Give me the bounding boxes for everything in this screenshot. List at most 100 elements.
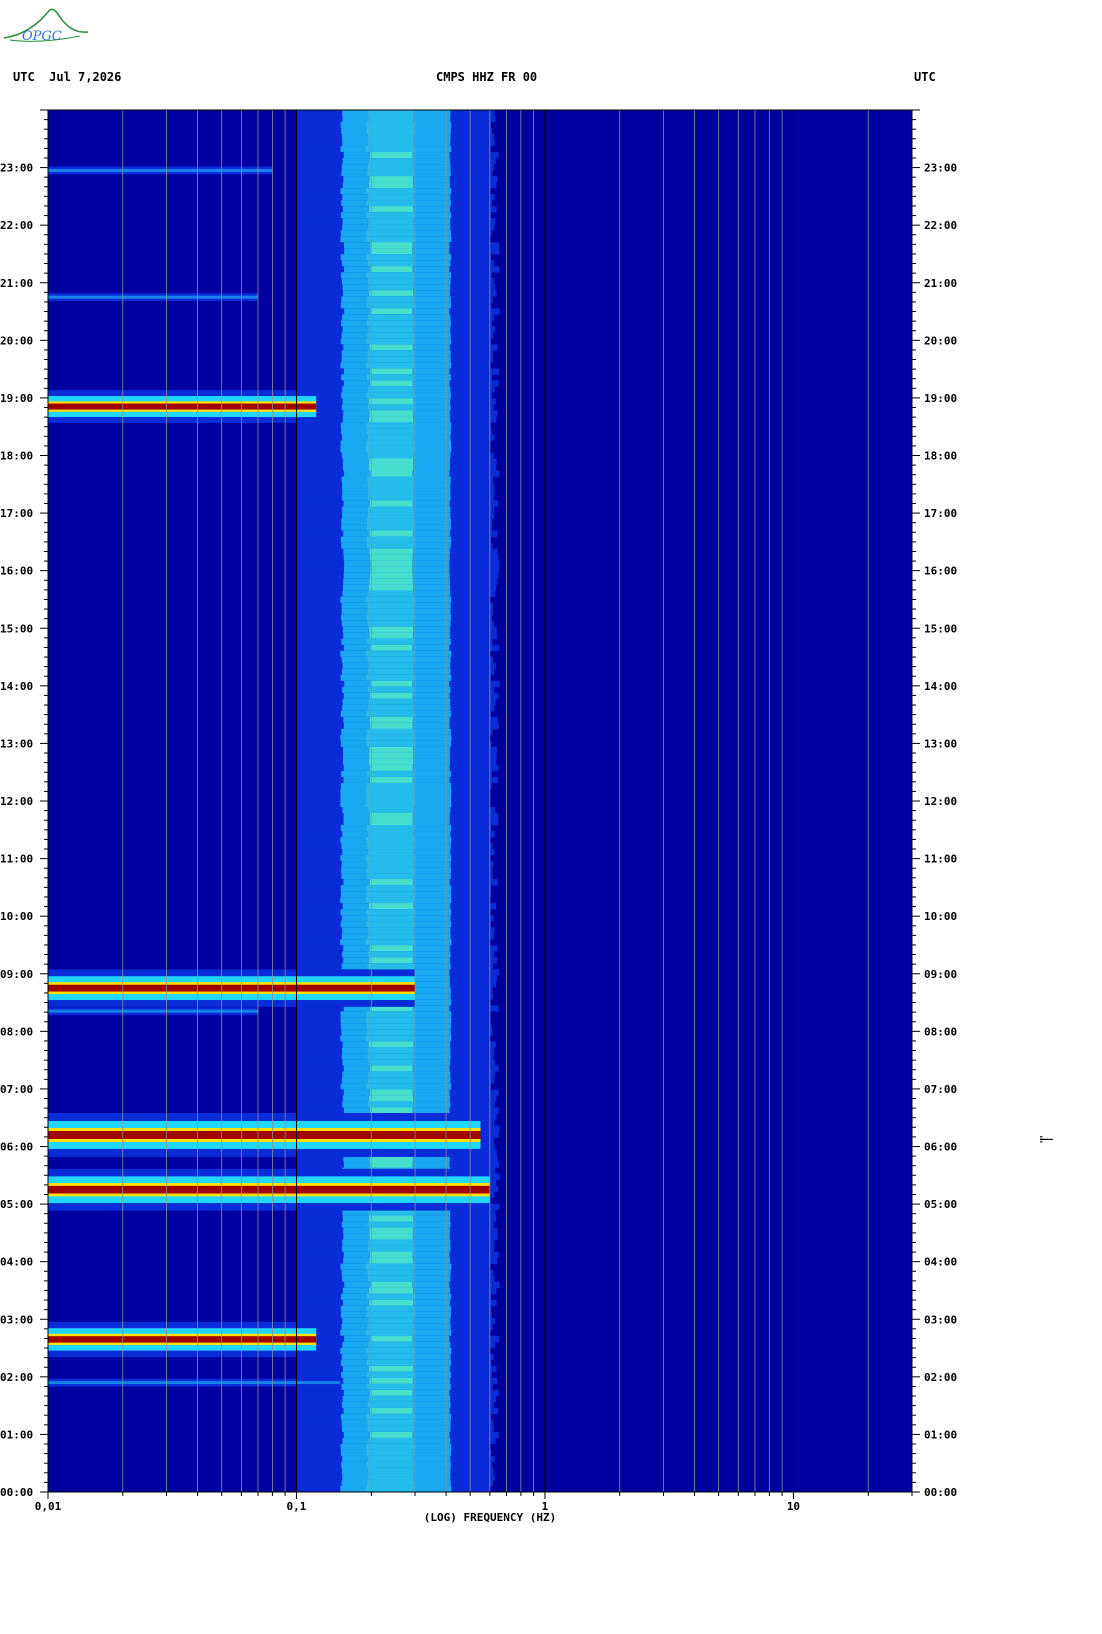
microseism-band-peak [370, 566, 413, 573]
right-time-label: 05:00 [924, 1198, 957, 1211]
microseism-band-peak [369, 879, 413, 886]
microseism-band-peak [369, 1257, 413, 1264]
microseism-band-peak [367, 518, 415, 525]
microseism-band-peak [366, 1443, 415, 1451]
microseism-band-peak [368, 1101, 414, 1108]
microseism-band-peak [366, 374, 415, 381]
microseism-band-peak [369, 1407, 413, 1415]
microseism-band-peak [368, 284, 414, 291]
microseism-band-peak [369, 500, 413, 507]
microseism-band-peak [368, 110, 414, 117]
left-time-label: 22:00 [0, 219, 33, 232]
microseism-band-peak [367, 1419, 415, 1427]
microseism-band-peak [370, 560, 413, 567]
microseism-band-peak [366, 1083, 415, 1090]
microseism-band-peak [370, 266, 413, 273]
right-time-label: 02:00 [924, 1371, 957, 1384]
left-time-label: 04:00 [0, 1256, 33, 1269]
microseism-band-peak [366, 891, 415, 898]
microseism-band-peak [368, 686, 414, 694]
microseism-band-peak [370, 368, 413, 375]
microseism-band-peak [368, 464, 414, 471]
microseism-band-peak [368, 1239, 414, 1246]
microseism-band-peak [366, 1359, 415, 1367]
microseism-band-peak [370, 680, 413, 688]
microseism-band-peak [367, 350, 414, 357]
right-time-label: 14:00 [924, 680, 957, 693]
microseism-band-peak [368, 903, 414, 910]
left-time-label: 20:00 [0, 334, 33, 347]
microseism-band-peak [366, 909, 415, 916]
microseism-band-peak [367, 314, 414, 321]
right-time-label: 03:00 [924, 1313, 957, 1326]
microseism-band-peak [367, 638, 415, 646]
microseism-band-peak [369, 176, 413, 183]
microseism-band-peak [368, 140, 414, 147]
left-time-label: 10:00 [0, 910, 33, 923]
microseism-band-peak [369, 1215, 414, 1222]
microseism-band-peak [367, 1425, 414, 1433]
microseism-band-peak [366, 122, 415, 129]
microseism-band-peak [366, 188, 415, 195]
microseism-band-peak [366, 1293, 415, 1301]
microseism-band-peak [366, 794, 415, 802]
microseism-band-peak [370, 764, 413, 772]
microseism-band-peak [369, 813, 413, 820]
microseism-band-peak [368, 1041, 414, 1048]
microseism-band-peak [367, 1479, 415, 1487]
microseism-band-peak [368, 398, 414, 405]
microseism-band-peak [370, 722, 413, 730]
microseism-band-peak [368, 488, 414, 495]
microseism-band-peak [367, 1053, 414, 1060]
microseism-band-peak [367, 542, 415, 549]
microseism-band-peak [368, 1317, 414, 1325]
microseism-band-peak [367, 963, 415, 970]
microseism-band-peak [365, 236, 415, 243]
microseism-band-peak [366, 524, 415, 531]
right-time-label: 13:00 [924, 737, 957, 750]
microseism-band-peak [366, 146, 415, 153]
microseism-band-peak [366, 392, 415, 399]
microseism-band-peak [367, 915, 414, 922]
microseism-band-peak [368, 831, 414, 838]
left-time-label: 21:00 [0, 277, 33, 290]
microseism-band-peak [365, 1485, 415, 1493]
microseism-band-peak [367, 1401, 414, 1409]
microseism-band-peak [369, 1365, 414, 1373]
microseism-band-peak [368, 951, 414, 958]
microseism-band-peak [368, 224, 414, 231]
left-time-label: 12:00 [0, 795, 33, 808]
left-time-label: 17:00 [0, 507, 33, 520]
left-time-label: 06:00 [0, 1141, 33, 1154]
microseism-band-peak [367, 260, 414, 267]
microseism-band-peak [368, 584, 414, 591]
right-time-label: 08:00 [924, 1025, 957, 1038]
left-time-label: 08:00 [0, 1025, 33, 1038]
microseism-band-peak [369, 1377, 413, 1385]
microseism-band-peak [366, 422, 415, 429]
microseism-band-peak [368, 1059, 414, 1066]
microseism-band-peak [368, 1395, 414, 1403]
microseism-band-peak [368, 1275, 414, 1282]
microseism-band-peak [367, 512, 414, 519]
microseism-band-peak [369, 945, 413, 952]
microseism-band-peak [369, 548, 413, 555]
right-time-label: 20:00 [924, 334, 957, 347]
microseism-band-peak [370, 1065, 413, 1072]
microseism-band-peak [370, 248, 413, 255]
seismogram-trace [1040, 1136, 1054, 1143]
microseism-band-peak [365, 939, 416, 946]
x-axis-title: (LOG) FREQUENCY (HZ) [424, 1511, 556, 1524]
left-time-label: 13:00 [0, 737, 33, 750]
right-time-label: 12:00 [924, 795, 957, 808]
microseism-band-peak [370, 308, 413, 315]
microseism-band-peak [369, 626, 413, 634]
microseism-band-peak [365, 734, 415, 742]
seismogram-event-wiggle [1040, 1136, 1054, 1143]
microseism-band-peak [370, 1107, 413, 1114]
microseism-band-peak [369, 752, 413, 760]
event-hot-band [48, 984, 416, 992]
microseism-band-peak [367, 332, 415, 339]
left-time-label: 23:00 [0, 162, 33, 175]
microseism-band-peak [366, 1449, 415, 1457]
